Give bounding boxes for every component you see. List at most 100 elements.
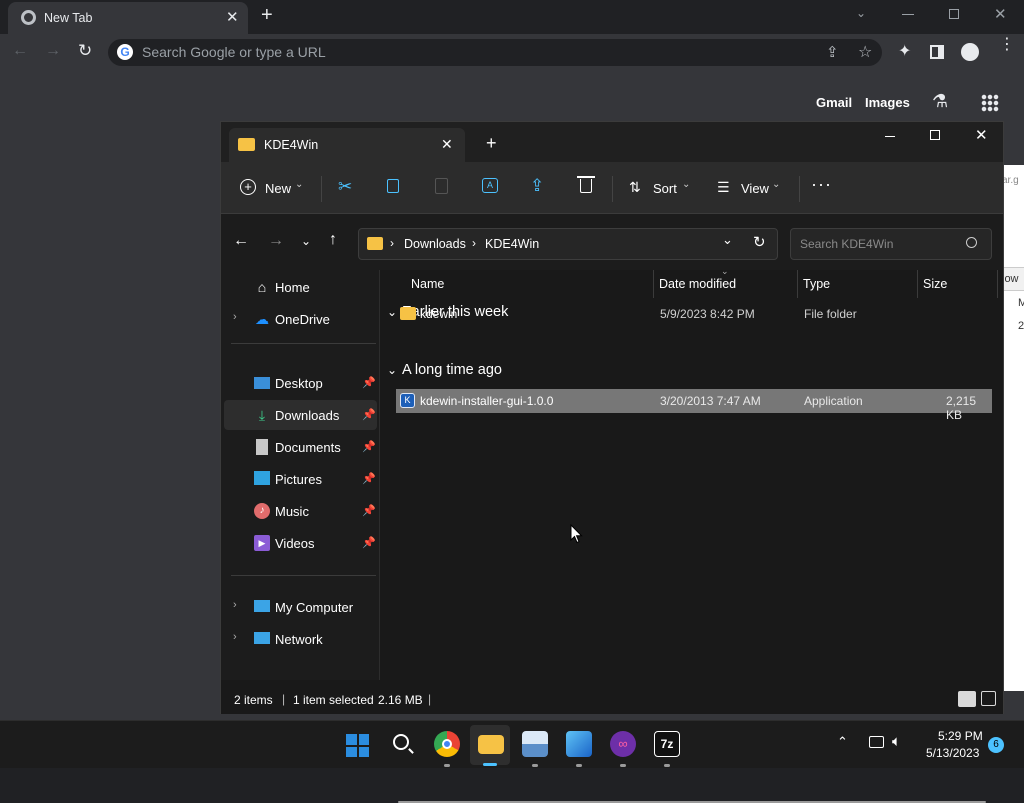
more-options-icon[interactable]: ···	[811, 174, 832, 195]
running-indicator-active	[483, 763, 497, 766]
breadcrumb-kde4win[interactable]: KDE4Win	[485, 237, 539, 251]
minimize-icon[interactable]	[885, 136, 895, 137]
chevron-right-icon[interactable]: ›	[233, 631, 237, 643]
forward-icon[interactable]: →	[45, 43, 61, 59]
new-tab-button[interactable]: +	[261, 4, 273, 27]
column-header-name[interactable]: Name	[411, 277, 444, 291]
notification-badge[interactable]: 6	[988, 737, 1004, 753]
maximize-icon[interactable]	[930, 130, 940, 140]
address-dropdown-icon[interactable]: ⌄	[722, 232, 733, 248]
search-input[interactable]: Search KDE4Win	[800, 237, 893, 251]
back-icon[interactable]: ←	[12, 43, 28, 59]
pin-icon[interactable]: 📌	[362, 472, 376, 485]
forward-icon[interactable]: →	[268, 232, 284, 250]
group-header[interactable]: A long time ago	[402, 362, 502, 378]
file-explorer-taskbar-icon[interactable]	[478, 735, 504, 754]
paint-taskbar-icon[interactable]	[566, 731, 592, 757]
clock-date[interactable]: 5/13/2023	[926, 746, 979, 760]
file-row-kdewin-installer[interactable]: K kdewin-installer-gui-1.0.0 3/20/2013 7…	[396, 389, 992, 422]
nav-onedrive[interactable]: › ☁ OneDrive	[221, 304, 377, 334]
omnibox[interactable]: G Search Google or type a URL ⇪ ☆	[108, 39, 882, 66]
cloud-icon: ☁	[255, 311, 269, 327]
divider	[799, 176, 800, 202]
share-icon[interactable]: ⇪	[826, 43, 839, 61]
chevron-right-icon[interactable]: ›	[233, 311, 237, 323]
copy-icon[interactable]	[387, 179, 399, 193]
apps-grid-icon[interactable]	[981, 94, 999, 112]
status-size: 2.16 MB	[378, 693, 423, 707]
gmail-link[interactable]: Gmail	[816, 95, 852, 110]
status-separator: |	[428, 692, 432, 706]
paste-icon	[435, 178, 448, 194]
show-hidden-icons-icon[interactable]: ⌃	[837, 734, 848, 750]
extensions-icon[interactable]: ✦	[898, 44, 911, 60]
column-header-size[interactable]: Size	[923, 277, 947, 291]
network-icon[interactable]	[869, 736, 884, 748]
nav-my-computer[interactable]: › My Computer	[221, 592, 377, 622]
nav-documents[interactable]: Documents 📌	[221, 432, 377, 462]
search-icon[interactable]	[393, 734, 409, 750]
pin-icon[interactable]: 📌	[362, 376, 376, 389]
7zip-taskbar-icon[interactable]: 7z	[654, 731, 680, 757]
nav-home[interactable]: ⌂ Home	[221, 272, 377, 302]
clock-time[interactable]: 5:29 PM	[938, 729, 983, 743]
rename-icon[interactable]: A	[482, 178, 498, 193]
cut-icon[interactable]: ✂	[338, 177, 352, 197]
address-bar[interactable]: › Downloads › KDE4Win ⌄ ↻	[358, 228, 778, 260]
explorer-tab[interactable]: KDE4Win ✕	[229, 128, 465, 164]
bookmark-star-icon[interactable]: ☆	[858, 42, 872, 62]
nav-pictures[interactable]: Pictures 📌	[221, 464, 377, 494]
close-window-icon[interactable]: ✕	[994, 5, 1007, 23]
nav-network[interactable]: › Network	[221, 624, 377, 654]
minimize-icon[interactable]	[902, 14, 914, 15]
sort-label: Sort	[653, 181, 677, 196]
delete-icon[interactable]	[580, 179, 592, 193]
chevron-down-icon: ⌄	[682, 179, 691, 190]
folder-icon	[238, 138, 255, 151]
column-header-type[interactable]: Type	[803, 277, 830, 291]
pin-icon[interactable]: 📌	[362, 504, 376, 517]
chevron-right-icon[interactable]: ›	[233, 599, 237, 611]
breadcrumb-downloads[interactable]: Downloads	[404, 237, 466, 251]
up-icon[interactable]: ↑	[329, 231, 337, 249]
sort-indicator-icon: ⌄	[721, 266, 729, 276]
nav-downloads[interactable]: ⤓ Downloads 📌	[224, 400, 377, 430]
column-header-date[interactable]: Date modified	[659, 277, 736, 291]
recent-locations-icon[interactable]: ⌄	[301, 234, 311, 248]
search-box[interactable]: Search KDE4Win	[790, 228, 992, 260]
photos-taskbar-icon[interactable]	[522, 731, 548, 757]
back-icon[interactable]: ←	[233, 232, 249, 250]
group-collapse-icon[interactable]: ⌄	[387, 363, 397, 377]
pin-icon[interactable]: 📌	[362, 408, 376, 421]
images-link[interactable]: Images	[865, 95, 910, 110]
side-panel-icon[interactable]	[930, 45, 944, 59]
close-tab-icon[interactable]: ✕	[441, 136, 453, 153]
restore-icon[interactable]	[949, 9, 959, 19]
labs-flask-icon[interactable]: ⚗	[932, 91, 948, 112]
chrome-tab[interactable]: New Tab ✕	[8, 2, 248, 34]
nav-music[interactable]: ♪ Music 📌	[221, 496, 377, 526]
close-tab-icon[interactable]: ✕	[226, 8, 239, 26]
app-taskbar-icon[interactable]: ∞	[610, 731, 636, 757]
new-button[interactable]: + New ⌄	[237, 174, 307, 202]
tab-search-icon[interactable]: ⌄	[856, 6, 866, 20]
file-row-kdewin[interactable]: kdewin 5/9/2023 8:42 PM File folder	[396, 302, 992, 326]
nav-desktop[interactable]: Desktop 📌	[221, 368, 377, 398]
refresh-icon[interactable]: ↻	[753, 233, 766, 251]
pin-icon[interactable]: 📌	[362, 440, 376, 453]
details-view-icon[interactable]	[958, 691, 976, 707]
sort-button[interactable]: ⇅ Sort ⌄	[625, 174, 695, 202]
share-icon[interactable]: ⇪	[530, 176, 544, 196]
chrome-menu-icon[interactable]: ⋮	[999, 37, 1015, 53]
close-window-icon[interactable]: ✕	[975, 126, 988, 144]
reload-icon[interactable]: ↻	[78, 42, 92, 59]
volume-icon[interactable]: 🔈︎	[892, 733, 901, 750]
start-windows-icon[interactable]	[346, 734, 369, 757]
new-tab-button[interactable]: +	[486, 133, 497, 154]
view-button[interactable]: ☰ View ⌄	[714, 174, 786, 202]
profile-avatar[interactable]	[961, 43, 979, 61]
nav-videos[interactable]: ▶ Videos 📌	[221, 528, 377, 558]
divider	[997, 270, 998, 298]
large-icons-view-icon[interactable]	[981, 691, 996, 706]
pin-icon[interactable]: 📌	[362, 536, 376, 549]
